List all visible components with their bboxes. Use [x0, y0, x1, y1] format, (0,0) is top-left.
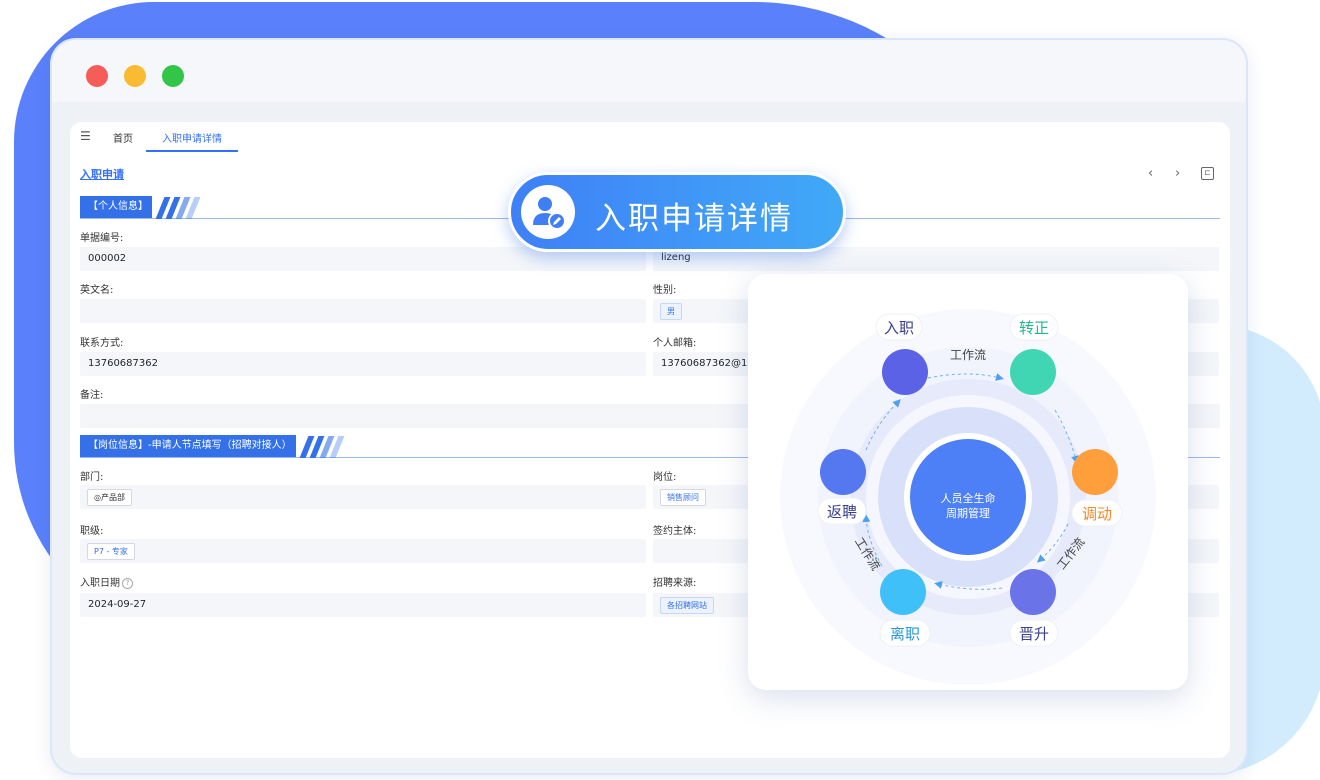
- panel-collapse-icon[interactable]: ⊏: [1201, 167, 1214, 180]
- contact-value: 13760687362: [88, 358, 158, 369]
- level-label: 职级:: [80, 526, 104, 537]
- node-promote-label: 晋升: [1019, 625, 1049, 643]
- node-join: [882, 349, 928, 395]
- level-tag: P7 - 专家: [87, 543, 135, 560]
- gender-label: 性别:: [653, 285, 677, 296]
- post-tag: 销售顾问: [660, 489, 706, 506]
- maximize-window-button[interactable]: [162, 65, 184, 87]
- minimize-window-button[interactable]: [124, 65, 146, 87]
- lifecycle-diagram: 人员全生命 周期管理 工作流 工作流 工作流 入职 转正 调动 晋升 离职 返聘: [780, 309, 1156, 685]
- join-date-field[interactable]: 2024-09-27: [80, 593, 646, 617]
- node-join-label: 入职: [884, 319, 914, 337]
- lifecycle-panel: 人员全生命 周期管理 工作流 工作流 工作流 入职 转正 调动 晋升 离职 返聘: [748, 274, 1188, 690]
- subject-label: 签约主体:: [653, 526, 697, 537]
- prev-arrow-icon[interactable]: ‹: [1148, 166, 1153, 181]
- section-label: 【岗位信息】-申请人节点填写（招聘对接人）: [80, 435, 296, 457]
- node-regular: [1010, 349, 1056, 395]
- node-rehire-label: 返聘: [827, 503, 857, 521]
- center-line-1: 人员全生命: [941, 491, 996, 505]
- center-line-2: 周期管理: [946, 506, 990, 520]
- banner-title: 入职申请详情: [595, 201, 793, 237]
- menu-collapse-icon[interactable]: ☰: [80, 129, 91, 143]
- help-icon[interactable]: ?: [122, 577, 133, 589]
- contact-field[interactable]: 13760687362: [80, 352, 646, 376]
- node-transfer-label: 调动: [1082, 505, 1112, 523]
- email-label: 个人邮箱:: [653, 338, 697, 349]
- post-label: 岗位:: [653, 472, 677, 483]
- english-name-label: 英文名:: [80, 285, 114, 296]
- join-date-label-text: 入职日期: [80, 578, 120, 589]
- tab-bar: ☰ 首页 入职申请详情: [70, 122, 1230, 152]
- tab-onboarding-detail[interactable]: 入职申请详情: [146, 122, 238, 152]
- gender-tag: 男: [660, 303, 682, 320]
- english-name-field[interactable]: [80, 299, 646, 323]
- doc-no-label: 单据编号:: [80, 233, 124, 244]
- workflow-label-top: 工作流: [950, 348, 986, 362]
- detail-banner: 入职申请详情: [508, 172, 846, 252]
- tab-home[interactable]: 首页: [113, 130, 133, 145]
- node-promote: [1010, 569, 1056, 615]
- name-value: lizeng: [661, 252, 691, 263]
- node-regular-label: 转正: [1019, 319, 1049, 337]
- close-window-button[interactable]: [86, 65, 108, 87]
- doc-no-value: 000002: [88, 253, 127, 264]
- contact-label: 联系方式:: [80, 338, 124, 349]
- join-date-label: 入职日期?: [80, 574, 133, 589]
- dept-tag: ◎产品部: [87, 489, 132, 506]
- page-title: 入职申请: [80, 168, 124, 181]
- node-rehire: [820, 449, 866, 495]
- user-edit-icon: [521, 185, 575, 239]
- window-titlebar: [52, 40, 1246, 102]
- level-field[interactable]: P7 - 专家: [80, 539, 646, 563]
- node-transfer: [1072, 449, 1118, 495]
- section-label: 【个人信息】: [80, 196, 152, 218]
- remark-label: 备注:: [80, 390, 104, 401]
- dept-field[interactable]: ◎产品部: [80, 485, 646, 509]
- source-label: 招聘来源:: [653, 578, 697, 589]
- next-arrow-icon[interactable]: ›: [1175, 166, 1180, 181]
- dept-label: 部门:: [80, 472, 104, 483]
- email-value: 13760687362@16: [661, 358, 754, 369]
- source-tag: 各招聘网站: [660, 597, 714, 614]
- join-date-value: 2024-09-27: [88, 599, 147, 610]
- node-resign: [880, 569, 926, 615]
- node-resign-label: 离职: [890, 625, 920, 643]
